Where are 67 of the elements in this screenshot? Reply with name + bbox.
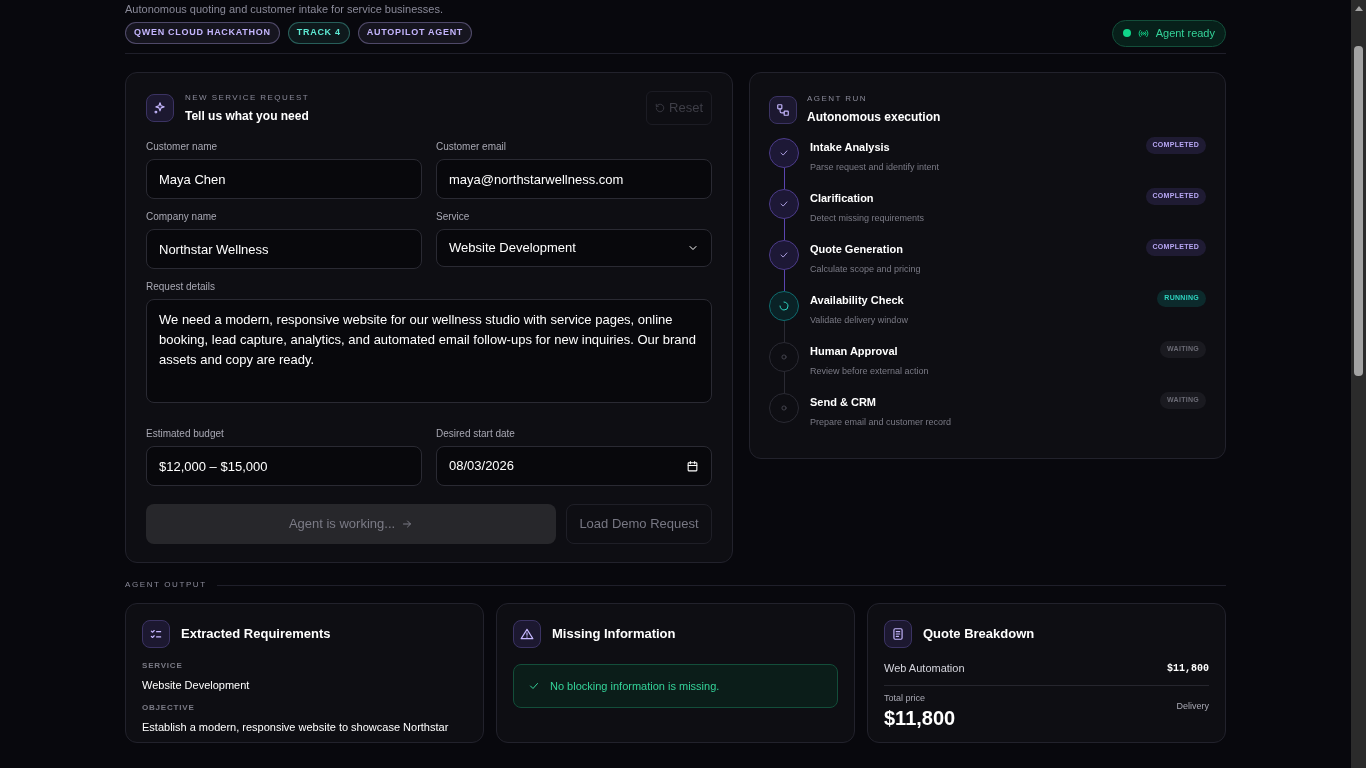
- status-label: Agent ready: [1155, 25, 1215, 41]
- section-label: AGENT OUTPUT: [125, 579, 207, 591]
- field-label: OBJECTIVE: [142, 701, 196, 714]
- step-subtitle: Detect missing requirements: [810, 211, 926, 225]
- step-subtitle: Parse request and identify intent: [810, 160, 941, 174]
- line-item-amount: $11,800: [1167, 661, 1209, 676]
- date-field[interactable]: 08/03/2026: [436, 446, 712, 486]
- step-subtitle: Prepare email and customer record: [810, 415, 953, 429]
- tag: AUTOPILOT AGENT: [357, 22, 473, 44]
- field-label: Service: [436, 210, 471, 224]
- step-subtitle: Validate delivery window: [810, 313, 909, 327]
- field-label: Company name: [146, 210, 218, 224]
- document-icon: [891, 627, 905, 641]
- field-label: Desired start date: [436, 427, 516, 441]
- card-title: Tell us what you need: [185, 107, 310, 125]
- step-title: Quote Generation: [810, 242, 904, 257]
- step-title: Clarification: [810, 191, 875, 206]
- input-field[interactable]: maya@northstarwellness.com: [436, 159, 712, 199]
- workflow-icon: [776, 102, 790, 117]
- check-icon: [779, 148, 789, 158]
- textarea-field[interactable]: We need a modern, responsive website for our wellness studio with service pages, online booking, lead capture, analytics, and automated email follow-ups for new inquiries. Our brand assets and copy are ready.: [146, 299, 712, 403]
- scrollbar[interactable]: [1351, 0, 1366, 768]
- field-label: Customer name: [146, 140, 219, 154]
- eyebrow: NEW SERVICE REQUEST: [185, 91, 310, 104]
- input-field[interactable]: Maya Chen: [146, 159, 422, 199]
- input-field[interactable]: Northstar Wellness: [146, 229, 422, 269]
- delivery-label: Delivery: [1176, 699, 1209, 713]
- check-icon: [779, 199, 789, 209]
- circle-icon: [779, 403, 789, 413]
- line-item-name: Web Automation: [884, 661, 965, 676]
- sparkle-icon: [153, 101, 167, 115]
- subtitle: Autonomous quoting and customer intake for service businesses.: [125, 2, 444, 15]
- tag: QWEN CLOUD HACKATHON: [125, 22, 280, 44]
- warning-icon: [520, 627, 534, 641]
- signal-icon: [1137, 27, 1149, 39]
- total-label: Total price: [884, 691, 927, 705]
- card-title: Missing Information: [552, 625, 676, 644]
- step-subtitle: Calculate scope and pricing: [810, 262, 922, 276]
- eyebrow: AGENT RUN: [807, 93, 868, 105]
- check-icon: [779, 250, 789, 260]
- total-price: $11,800: [884, 707, 956, 729]
- field-label: Estimated budget: [146, 427, 225, 441]
- card-title: Autonomous execution: [807, 109, 941, 126]
- input-field[interactable]: $12,000 – $15,000: [146, 446, 422, 486]
- tag: TRACK 4: [287, 22, 350, 44]
- field-label: SERVICE: [142, 660, 184, 672]
- step-title: Send & CRM: [810, 395, 877, 410]
- field-value: Website Development: [142, 678, 251, 693]
- demo-button[interactable]: Load Demo Request: [566, 504, 712, 544]
- calendar-icon: [686, 459, 699, 473]
- circle-icon: [779, 352, 789, 362]
- select-field[interactable]: Website Development: [436, 229, 712, 267]
- field-label: Request details: [146, 280, 216, 294]
- step-title: Human Approval: [810, 344, 899, 359]
- card-title: Quote Breakdown: [923, 625, 1035, 644]
- step-title: Availability Check: [810, 293, 905, 308]
- field-value: Establish a modern, responsive website to showcase Northstar: [142, 719, 450, 735]
- step-subtitle: Review before external action: [810, 364, 930, 378]
- success-message: No blocking information is missing.: [550, 678, 720, 694]
- step-title: Intake Analysis: [810, 140, 891, 155]
- reset-icon: [655, 103, 666, 113]
- spinner-icon: [778, 300, 790, 312]
- field-label: Customer email: [436, 140, 508, 154]
- checklist-icon: [149, 627, 163, 641]
- check-icon: [528, 680, 540, 692]
- arrow-right-icon: [401, 518, 414, 530]
- card-title: Extracted Requirements: [181, 625, 331, 644]
